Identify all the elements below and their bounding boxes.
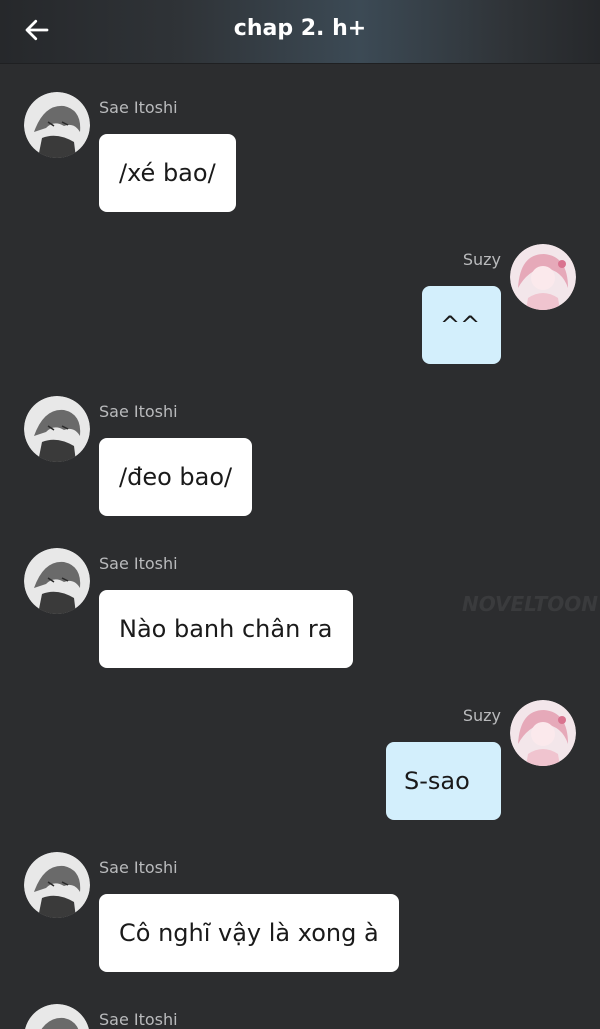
top-bar: chap 2. h+ — [0, 0, 600, 64]
suzy-avatar[interactable] — [510, 700, 576, 766]
sender-name: Sae Itoshi — [99, 554, 178, 573]
message-bubble[interactable]: S-sao — [386, 742, 501, 820]
sender-name: Suzy — [462, 250, 501, 269]
sender-name: Sae Itoshi — [99, 858, 178, 877]
sender-name: Sae Itoshi — [99, 1010, 178, 1029]
message-bubble[interactable]: /xé bao/ — [99, 134, 236, 212]
watermark-logo: NOVELTOON — [462, 592, 598, 616]
sender-name: Sae Itoshi — [99, 402, 178, 421]
message-bubble[interactable]: Cô nghĩ vậy là xong à — [99, 894, 399, 972]
suzy-avatar[interactable] — [510, 244, 576, 310]
sae-itoshi-avatar[interactable] — [24, 548, 90, 614]
message-bubble[interactable]: /đeo bao/ — [99, 438, 253, 516]
page-title: chap 2. h+ — [233, 16, 367, 41]
sender-name: Suzy — [462, 706, 501, 725]
sae-itoshi-avatar[interactable] — [24, 92, 90, 158]
sae-itoshi-avatar[interactable] — [24, 396, 90, 462]
message-bubble[interactable]: Nào banh chân ra — [99, 590, 353, 668]
message-bubble[interactable]: ^^ — [422, 286, 501, 364]
chat-feed[interactable]: Sae Itoshi /xé bao/ Suzy ^^ Sae Itoshi /… — [0, 64, 600, 1029]
sae-itoshi-avatar[interactable] — [24, 1004, 90, 1029]
sae-itoshi-avatar[interactable] — [24, 852, 90, 918]
sender-name: Sae Itoshi — [99, 98, 178, 117]
